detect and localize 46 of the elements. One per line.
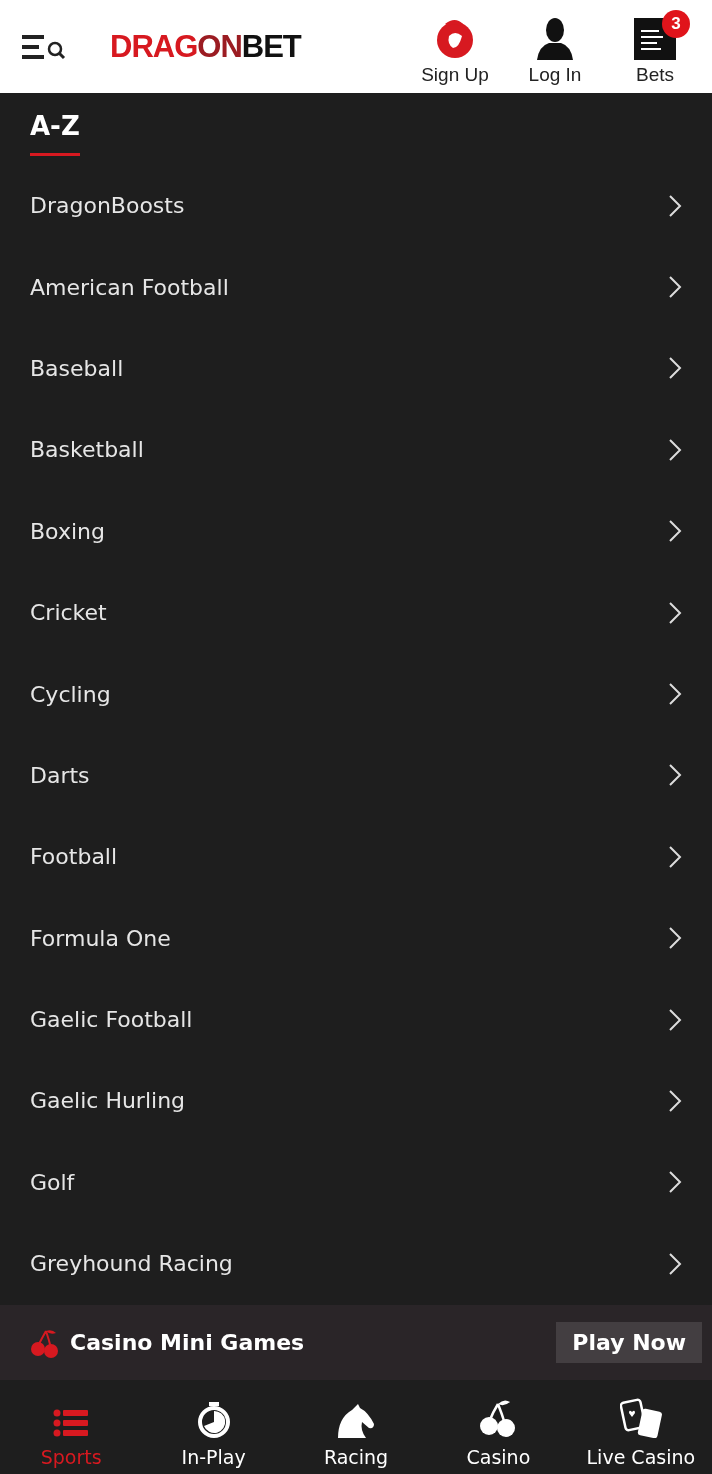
user-icon [535, 15, 575, 60]
sport-item[interactable]: American Football [0, 246, 712, 328]
header-action-button[interactable]: Sign Up [408, 7, 502, 86]
chevron-right-icon [668, 763, 682, 788]
chevron-right-icon [668, 1007, 682, 1032]
sport-item[interactable]: Baseball [0, 327, 712, 410]
chevron-right-icon [668, 1170, 682, 1195]
sport-item[interactable]: Cycling [0, 653, 712, 735]
playing-cards-icon [619, 1398, 662, 1438]
chevron-right-icon [668, 1251, 682, 1276]
sport-item[interactable]: Gaelic Football [0, 978, 712, 1061]
sport-item[interactable]: Golf [0, 1141, 712, 1224]
header-action-button[interactable]: Log In [508, 7, 602, 86]
chevron-right-icon [668, 356, 682, 381]
play-now-button[interactable]: Play Now [556, 1322, 702, 1363]
cherries-icon [30, 1327, 60, 1358]
sport-item[interactable]: Boxing [0, 490, 712, 572]
stopwatch-icon [196, 1402, 231, 1438]
sport-item[interactable]: Football [0, 816, 712, 898]
logo[interactable]: DRAGONBET [110, 28, 301, 65]
sport-item[interactable]: Darts [0, 734, 712, 817]
sport-item[interactable]: Greyhound Racing [0, 1223, 712, 1305]
nav-tab[interactable]: Live Casino [569, 1380, 712, 1474]
bet-count-badge: 3 [662, 9, 690, 38]
list-icon [53, 1408, 90, 1438]
chevron-right-icon [668, 600, 682, 625]
nav-tab[interactable]: Casino [427, 1380, 570, 1474]
sport-item[interactable]: DragonBoosts [0, 165, 712, 247]
nav-tab[interactable]: Racing [284, 1380, 428, 1474]
chevron-right-icon [668, 682, 682, 707]
chevron-right-icon [668, 926, 682, 951]
horse-head-icon [336, 1402, 376, 1438]
sport-item[interactable]: Cricket [0, 571, 712, 654]
sport-item[interactable]: Formula One [0, 897, 712, 979]
chevron-right-icon [668, 275, 682, 300]
chevron-right-icon [668, 1089, 682, 1113]
sport-item[interactable]: Gaelic Hurling [0, 1060, 712, 1142]
header-action-button[interactable]: 3 Bets [608, 7, 702, 86]
chevron-right-icon [668, 844, 682, 869]
chevron-right-icon [668, 519, 682, 544]
promo-title: Casino Mini Games [70, 1330, 305, 1355]
chevron-right-icon [668, 437, 682, 462]
section-title: A-Z [30, 111, 80, 156]
chevron-right-icon [668, 193, 682, 218]
nav-tab[interactable]: In-Play [142, 1380, 285, 1474]
sport-item[interactable]: Basketball [0, 409, 712, 491]
